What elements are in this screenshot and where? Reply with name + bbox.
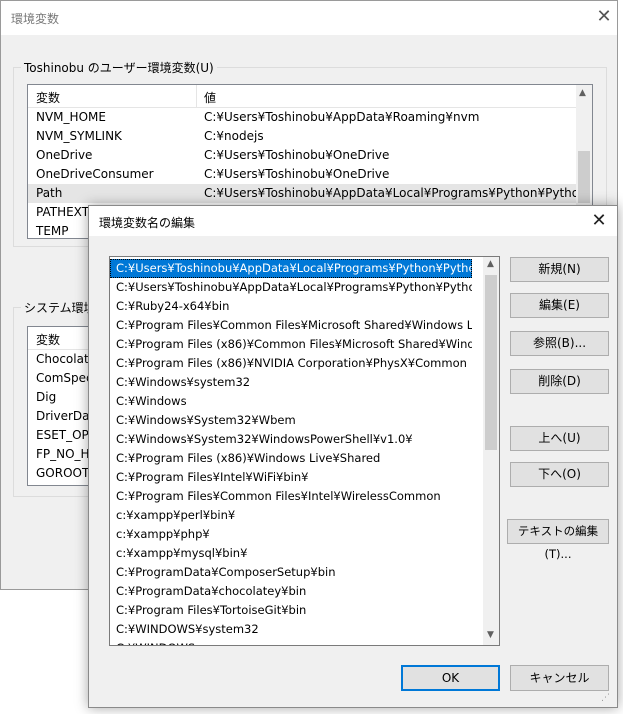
path-list-item[interactable]: C:¥ProgramData¥ComposerSetup¥bin — [110, 563, 472, 582]
path-list-item[interactable]: C:¥Windows¥System32¥Wbem — [110, 411, 472, 430]
variable-name: TEMP — [36, 224, 69, 238]
path-rows: C:¥Users¥Toshinobu¥AppData¥Local¥Program… — [110, 257, 499, 645]
scroll-up-icon[interactable]: ▲ — [487, 259, 494, 269]
path-list-item[interactable]: C:¥WINDOWS — [110, 639, 472, 645]
edit-button[interactable]: 編集(E) — [510, 293, 609, 318]
table-row[interactable]: OneDrive C:¥Users¥Toshinobu¥OneDrive — [28, 146, 592, 165]
variable-name: Path — [36, 186, 63, 200]
column-header-variable[interactable]: 変数 — [36, 331, 60, 348]
scrollbar-thumb[interactable] — [578, 151, 590, 203]
variable-name: ComSpec — [36, 371, 93, 385]
move-up-button[interactable]: 上へ(U) — [510, 426, 609, 451]
path-list-item[interactable]: C:¥Program Files (x86)¥Common Files¥Micr… — [110, 335, 472, 354]
path-list-item[interactable]: C:¥Users¥Toshinobu¥AppData¥Local¥Program… — [110, 278, 472, 297]
column-divider — [196, 85, 197, 107]
edit-environment-variable-dialog: 環境変数名の編集 ✕ C:¥Users¥Toshinobu¥AppData¥Lo… — [88, 205, 618, 708]
variable-name: OneDrive — [36, 148, 93, 162]
browse-button[interactable]: 参照(B)... — [510, 331, 609, 356]
path-list-item[interactable]: C:¥Program Files (x86)¥Windows Live¥Shar… — [110, 449, 472, 468]
user-variables-group-label: Toshinobu のユーザー環境変数(U) — [21, 59, 217, 76]
window-title: 環境変数 — [11, 12, 60, 26]
move-down-button[interactable]: 下へ(O) — [510, 462, 609, 487]
edit-text-button[interactable]: テキストの編集(T)... — [507, 519, 609, 561]
path-list-item[interactable]: C:¥Program Files¥Common Files¥Intel¥Wire… — [110, 487, 472, 506]
table-row[interactable]: NVM_HOME C:¥Users¥Toshinobu¥AppData¥Roami… — [28, 108, 592, 127]
variable-name: NVM_SYMLINK — [36, 129, 122, 143]
path-list-item[interactable]: c:¥xampp¥mysql¥bin¥ — [110, 544, 472, 563]
scrollbar-thumb[interactable] — [485, 275, 497, 450]
path-list-item[interactable]: c:¥xampp¥php¥ — [110, 525, 472, 544]
variable-name: Dig — [36, 390, 57, 404]
variable-value: C:¥Users¥Toshinobu¥AppData¥Roaming¥nvm — [204, 110, 480, 124]
variable-name: GOROOT — [36, 466, 90, 480]
path-list-item[interactable]: C:¥Program Files¥Common Files¥Microsoft … — [110, 316, 472, 335]
path-list-item[interactable]: C:¥Windows¥System32¥WindowsPowerShell¥v1… — [110, 430, 472, 449]
table-row[interactable]: Path C:¥Users¥Toshinobu¥AppData¥Local¥Pro… — [28, 184, 592, 203]
scroll-up-icon[interactable]: ▲ — [579, 88, 586, 98]
title-bar: 環境変数 ✕ — [1, 1, 617, 35]
path-list-item[interactable]: c:¥xampp¥perl¥bin¥ — [110, 506, 472, 525]
cancel-button[interactable]: キャンセル — [510, 665, 609, 691]
new-button[interactable]: 新規(N) — [510, 257, 609, 282]
path-list-item[interactable]: C:¥Windows — [110, 392, 472, 411]
path-list-item[interactable]: C:¥Program Files¥TortoiseGit¥bin — [110, 601, 472, 620]
dialog-title-bar: 環境変数名の編集 ✕ — [89, 206, 617, 236]
path-list-item[interactable]: C:¥Program Files (x86)¥NVIDIA Corporatio… — [110, 354, 472, 373]
close-icon[interactable]: ✕ — [593, 6, 615, 28]
close-icon[interactable]: ✕ — [587, 209, 611, 233]
variable-value: C:¥Users¥Toshinobu¥OneDrive — [204, 148, 390, 162]
ok-button[interactable]: OK — [401, 665, 500, 691]
table-row[interactable]: NVM_SYMLINK C:¥nodejs — [28, 127, 592, 146]
path-list-item[interactable]: C:¥Ruby24-x64¥bin — [110, 297, 472, 316]
list-header: 変数 値 — [28, 85, 592, 108]
dialog-title: 環境変数名の編集 — [99, 216, 196, 230]
variable-name: PATHEXT — [36, 205, 90, 219]
column-header-value[interactable]: 値 — [204, 89, 216, 106]
delete-button[interactable]: 削除(D) — [510, 369, 609, 394]
path-list-item[interactable]: C:¥Users¥Toshinobu¥AppData¥Local¥Program… — [110, 259, 472, 278]
table-row[interactable]: OneDriveConsumer C:¥Users¥Toshinobu¥OneDr… — [28, 165, 592, 184]
path-list-item[interactable]: C:¥ProgramData¥chocolatey¥bin — [110, 582, 472, 601]
path-list-item[interactable]: C:¥Windows¥system32 — [110, 373, 472, 392]
resize-grip-icon[interactable]: ⋰ — [601, 692, 613, 704]
variable-value: C:¥nodejs — [204, 129, 264, 143]
path-list[interactable]: C:¥Users¥Toshinobu¥AppData¥Local¥Program… — [109, 256, 500, 646]
variable-value: C:¥Users¥Toshinobu¥AppData¥Local¥Program… — [204, 186, 593, 200]
vertical-scrollbar[interactable]: ▲ ▼ — [483, 257, 499, 645]
path-list-item[interactable]: C:¥Program Files¥Intel¥WiFi¥bin¥ — [110, 468, 472, 487]
variable-name: NVM_HOME — [36, 110, 106, 124]
variable-name: OneDriveConsumer — [36, 167, 154, 181]
variable-value: C:¥Users¥Toshinobu¥OneDrive — [204, 167, 390, 181]
column-header-variable[interactable]: 変数 — [36, 89, 60, 106]
path-list-item[interactable]: C:¥WINDOWS¥system32 — [110, 620, 472, 639]
scroll-down-icon[interactable]: ▼ — [487, 630, 494, 640]
